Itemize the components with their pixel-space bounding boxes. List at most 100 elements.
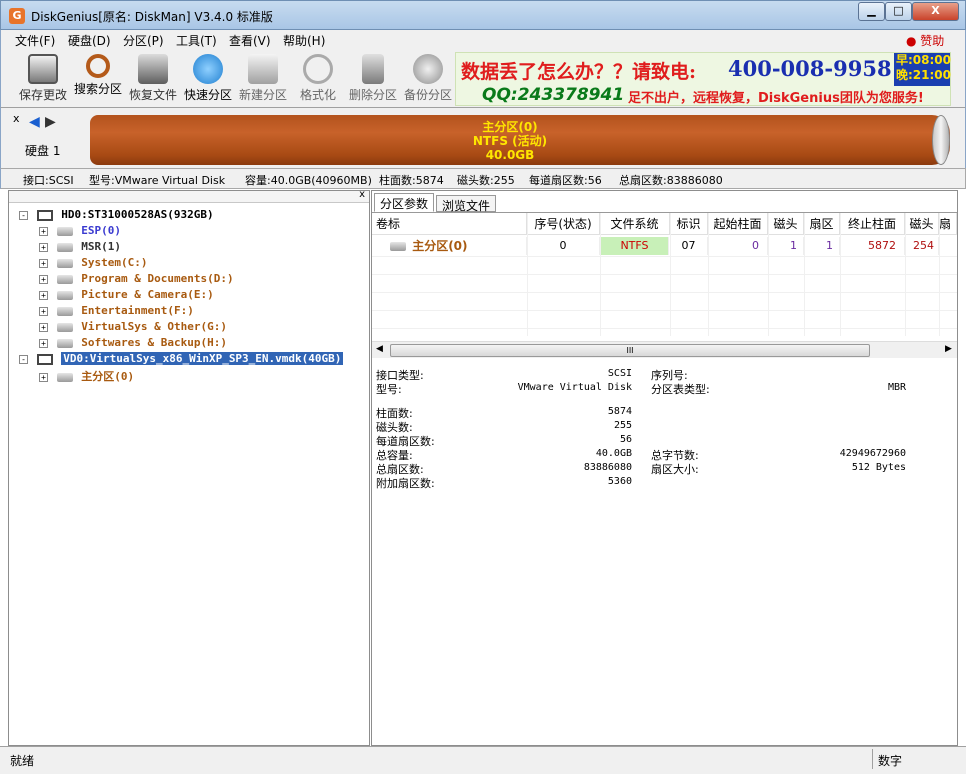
row-start-cylinder: 0 (708, 237, 768, 255)
menu-disk[interactable]: 硬盘(D) (68, 32, 111, 49)
partition-icon (56, 372, 73, 382)
new-partition-icon (248, 54, 278, 84)
ad-qq: QQ:243378941 (482, 85, 625, 105)
collapse-icon[interactable]: - (19, 354, 28, 364)
prev-disk-icon[interactable]: ◀ (29, 114, 40, 130)
col-end-sector[interactable]: 扇 (939, 213, 957, 235)
expand-icon[interactable]: + (39, 322, 48, 332)
save-icon (28, 54, 58, 84)
menu-file[interactable]: 文件(F) (15, 32, 55, 49)
maximize-button[interactable]: □ (885, 2, 912, 21)
horizontal-scrollbar[interactable]: ◀ III ▶ (372, 341, 957, 358)
partition-size: 40.0GB (485, 148, 535, 162)
detail-capacity-value: 40.0GB (595, 448, 632, 459)
save-changes-button[interactable]: 保存更改 (16, 54, 70, 104)
format-icon (303, 54, 333, 84)
expand-icon[interactable]: + (39, 274, 48, 284)
ad-hours-am: 早:08:00 (896, 53, 951, 67)
sponsor-link[interactable]: ● 赞助 (906, 32, 944, 49)
expand-icon[interactable]: + (39, 372, 48, 382)
delete-partition-button[interactable]: 删除分区 (346, 54, 400, 104)
disk-icon (36, 209, 53, 221)
detail-interface-value: SCSI (607, 368, 632, 379)
tree-item-hd0[interactable]: - HD0:ST31000528AS(932GB) (19, 208, 214, 224)
tab-partition-params[interactable]: 分区参数 (374, 193, 435, 212)
next-disk-icon[interactable]: ▶ (45, 114, 56, 130)
info-sectors-per-track: 每道扇区数:56 (529, 174, 602, 187)
quick-partition-button[interactable]: 快速分区 (181, 54, 235, 104)
row-id: 07 (670, 237, 708, 255)
detail-sector-size-value: 512 Bytes (851, 462, 906, 473)
partition-icon (56, 242, 73, 252)
detail-model-label: 型号: (376, 383, 402, 396)
format-button[interactable]: 格式化 (291, 54, 345, 104)
status-bar: 就绪 数字 (0, 746, 966, 774)
partition-icon (56, 258, 73, 268)
menu-help[interactable]: 帮助(H) (283, 32, 325, 49)
expand-icon[interactable]: + (39, 338, 48, 348)
col-filesystem[interactable]: 文件系统 (600, 213, 670, 235)
tree-item-entertainment[interactable]: + Entertainment(F:) (39, 304, 194, 320)
status-numlock: 数字 (878, 754, 903, 768)
minimize-button[interactable]: ▁ (858, 2, 885, 21)
detail-heads-value: 255 (613, 420, 632, 431)
tree-pane-close-icon[interactable]: x (359, 189, 365, 200)
status-text: 就绪 (10, 754, 35, 768)
tree-item-softwares-backup[interactable]: + Softwares & Backup(H:) (39, 336, 227, 352)
scroll-thumb[interactable]: III (390, 344, 870, 357)
scroll-left-icon[interactable]: ◀ (376, 344, 383, 354)
scroll-right-icon[interactable]: ▶ (945, 344, 952, 354)
col-end-cylinder[interactable]: 终止柱面 (840, 213, 905, 235)
detail-total-sectors-value: 83886080 (583, 462, 632, 473)
partition-icon (56, 226, 73, 236)
col-start-cylinder[interactable]: 起始柱面 (708, 213, 768, 235)
collapse-icon[interactable]: - (19, 210, 28, 220)
row-end-cylinder: 5872 (840, 237, 905, 255)
partition-table: 卷标 序号(状态) 文件系统 标识 起始柱面 磁头 扇区 终止柱面 磁头 扇 主… (372, 212, 957, 336)
info-total-sectors: 总扇区数:83886080 (619, 174, 723, 187)
menu-tools[interactable]: 工具(T) (176, 32, 217, 49)
new-partition-button[interactable]: 新建分区 (236, 54, 290, 104)
expand-icon[interactable]: + (39, 226, 48, 236)
expand-icon[interactable]: + (39, 306, 48, 316)
tree-item-program-documents[interactable]: + Program & Documents(D:) (39, 272, 234, 288)
tree-item-vd0[interactable]: - VD0:VirtualSys_x86_WinXP_SP3_EN.vmdk(4… (19, 352, 344, 368)
col-volume-label[interactable]: 卷标 (372, 213, 527, 235)
disk-label: 硬盘 1 (25, 144, 61, 158)
row-filesystem: NTFS (601, 237, 669, 255)
menu-partition[interactable]: 分区(P) (123, 32, 164, 49)
col-start-head[interactable]: 磁头 (768, 213, 804, 235)
search-partition-button[interactable]: 搜索分区 (71, 54, 125, 104)
col-index-status[interactable]: 序号(状态) (527, 213, 600, 235)
backup-partition-button[interactable]: 备份分区 (401, 54, 455, 104)
detail-sector-size-label: 扇区大小: (651, 463, 699, 476)
expand-icon[interactable]: + (39, 258, 48, 268)
info-cylinders: 柱面数:5874 (379, 174, 444, 187)
detail-cylinders-value: 5874 (607, 406, 632, 417)
partition-icon (56, 306, 73, 316)
ad-headline: 数据丢了怎么办？？请致电: (461, 61, 697, 83)
ad-banner[interactable]: 数据丢了怎么办？？请致电: 400-008-9958 早:08:00 晚:21:… (455, 52, 951, 106)
expand-icon[interactable]: + (39, 242, 48, 252)
tree-item-virtualsys-other[interactable]: + VirtualSys & Other(G:) (39, 320, 227, 336)
close-button[interactable]: X (912, 2, 959, 21)
restore-files-button[interactable]: 恢复文件 (126, 54, 180, 104)
expand-icon[interactable]: + (39, 290, 48, 300)
col-start-sector[interactable]: 扇区 (804, 213, 840, 235)
partition-name: 主分区(0) (482, 120, 538, 134)
tab-browse-files[interactable]: 浏览文件 (436, 195, 497, 213)
col-id[interactable]: 标识 (670, 213, 708, 235)
tree-item-msr[interactable]: + MSR(1) (39, 240, 121, 256)
tree-item-vd0-primary[interactable]: + 主分区(0) (39, 368, 134, 384)
col-end-head[interactable]: 磁头 (905, 213, 939, 235)
disk-icon (36, 353, 53, 365)
tree-item-esp[interactable]: + ESP(0) (39, 224, 121, 240)
detail-extra-sectors-value: 5360 (607, 476, 632, 487)
diskbar-close-icon[interactable]: x (13, 112, 20, 125)
menu-view[interactable]: 查看(V) (229, 32, 271, 49)
tree-item-picture-camera[interactable]: + Picture & Camera(E:) (39, 288, 214, 304)
tree-item-system[interactable]: + System(C:) (39, 256, 147, 272)
detail-partition-table-value: MBR (887, 382, 906, 393)
partition-icon (390, 242, 406, 251)
info-capacity: 容量:40.0GB(40960MB) (245, 174, 372, 187)
